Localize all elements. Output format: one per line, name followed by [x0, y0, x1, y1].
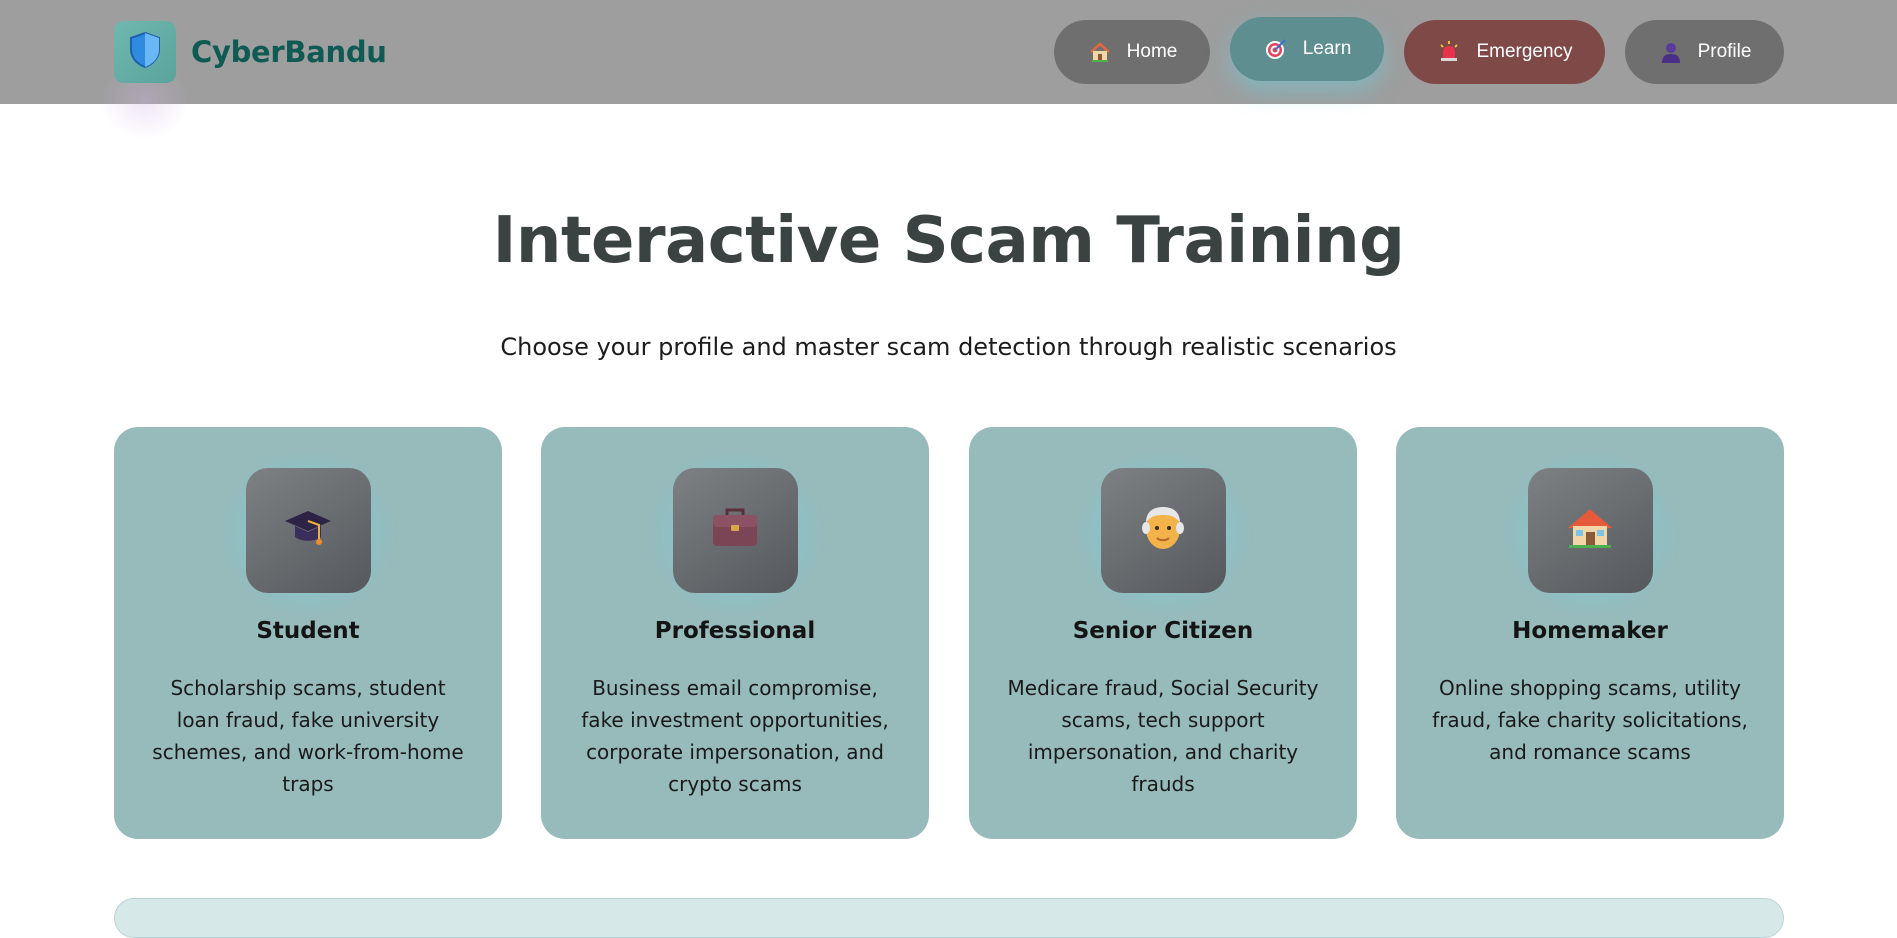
house-icon — [1563, 501, 1617, 560]
nav-home-label: Home — [1126, 41, 1178, 62]
profile-icon-box — [1100, 468, 1226, 593]
nav-learn-button[interactable]: Learn — [1230, 17, 1384, 81]
shield-icon — [128, 31, 162, 74]
page-title: Interactive Scam Training — [492, 204, 1405, 278]
person-icon — [1658, 39, 1684, 65]
brand[interactable]: CyberBandu — [114, 21, 387, 83]
nav-profile-button[interactable]: Profile — [1625, 20, 1784, 84]
profile-card-title: Student — [256, 618, 360, 644]
logo-box — [114, 21, 176, 83]
nav-emergency-label: Emergency — [1476, 41, 1573, 62]
page-subtitle: Choose your profile and master scam dete… — [500, 333, 1397, 361]
briefcase-icon — [708, 501, 762, 560]
siren-icon — [1436, 39, 1462, 65]
profile-card-professional[interactable]: Professional Business email compromise, … — [541, 427, 929, 839]
nav-profile-label: Profile — [1697, 41, 1752, 62]
nav-home-button[interactable]: Home — [1054, 20, 1210, 84]
profile-card-title: Homemaker — [1512, 618, 1668, 644]
profile-card-title: Professional — [654, 618, 816, 644]
profile-card-homemaker[interactable]: Homemaker Online shopping scams, utility… — [1396, 427, 1784, 839]
top-header: CyberBandu Home Learn Emergency Profile — [0, 0, 1897, 140]
profile-icon-box — [1527, 468, 1653, 593]
old-man-icon — [1136, 501, 1190, 560]
profile-card-title: Senior Citizen — [1072, 618, 1254, 644]
profile-card-description: Scholarship scams, student loan fraud, f… — [152, 676, 464, 796]
house-icon — [1087, 39, 1113, 65]
target-icon — [1263, 36, 1289, 62]
profile-card-description: Business email compromise, fake investme… — [581, 676, 889, 796]
profile-icon-box — [245, 468, 371, 593]
brand-name: CyberBandu — [191, 35, 387, 69]
graduation-cap-icon — [281, 501, 335, 560]
profile-card-senior-citizen[interactable]: Senior Citizen Medicare fraud, Social Se… — [969, 427, 1357, 839]
next-section-panel — [114, 898, 1784, 938]
nav-learn-label: Learn — [1302, 38, 1352, 59]
profile-card-student[interactable]: Student Scholarship scams, student loan … — [114, 427, 502, 839]
profile-icon-box — [672, 468, 798, 593]
main-nav: Home Learn Emergency Profile — [1054, 17, 1784, 84]
nav-emergency-button[interactable]: Emergency — [1404, 20, 1605, 84]
profile-card-description: Online shopping scams, utility fraud, fa… — [1432, 676, 1748, 764]
profile-card-description: Medicare fraud, Social Security scams, t… — [1007, 676, 1319, 796]
